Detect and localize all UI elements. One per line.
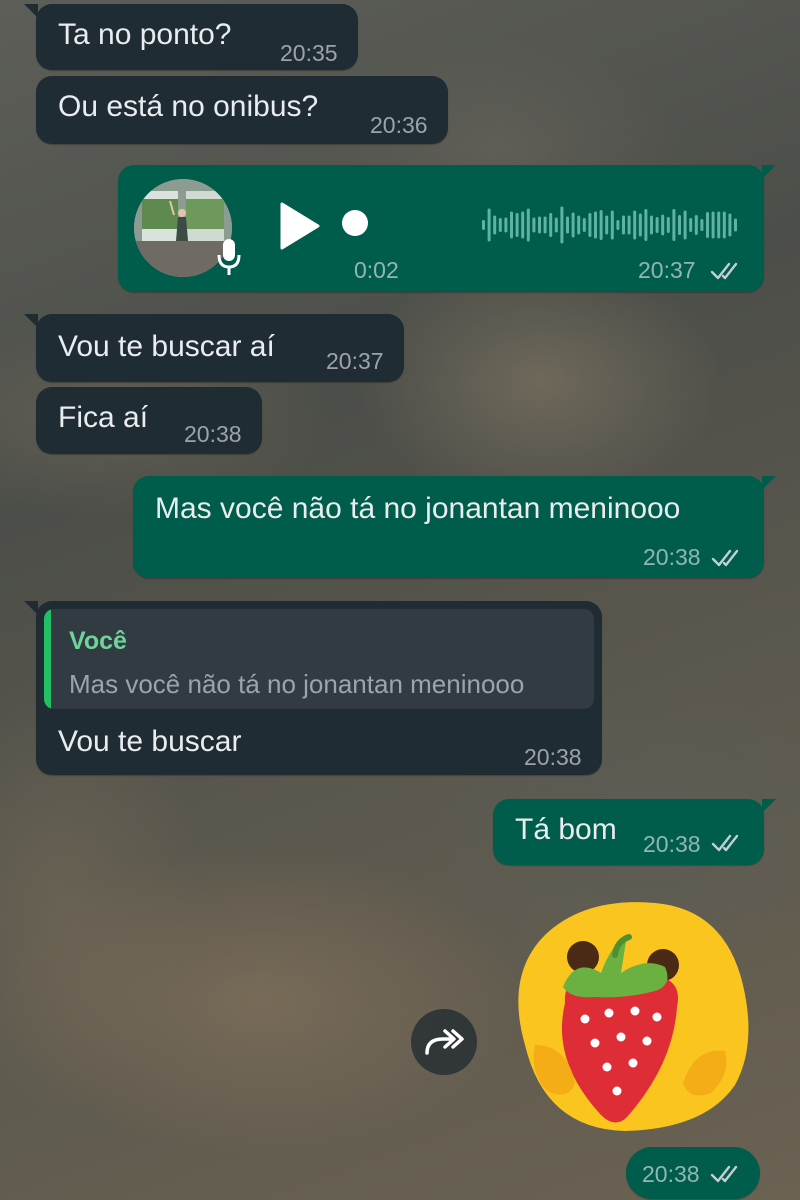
message-time: 20:38	[642, 1161, 700, 1187]
quote-accent-bar	[44, 609, 51, 709]
voice-progress-slider[interactable]	[342, 210, 368, 236]
waveform-bar	[689, 218, 693, 232]
message-bubble-outgoing[interactable]: Mas você não tá no jonantan meninooo 20:…	[133, 476, 776, 578]
message-time: 20:38	[643, 544, 701, 570]
waveform-bar	[678, 215, 681, 235]
quote-text: Mas você não tá no jonantan meninooo	[69, 669, 525, 699]
waveform-bar	[622, 215, 625, 235]
reply-message-bubble[interactable]: Você Mas você não tá no jonantan meninoo…	[24, 601, 602, 775]
waveform-bar	[728, 213, 732, 237]
strawberry-blob-sticker[interactable]	[505, 895, 755, 1135]
waveform-bar	[655, 217, 659, 233]
waveform-bar	[594, 211, 597, 239]
waveform-bar	[633, 210, 637, 240]
message-text: Vou te buscar	[58, 725, 242, 758]
waveform-bar	[560, 206, 564, 244]
waveform-bar	[700, 219, 704, 231]
waveform-bar	[666, 217, 670, 233]
waveform-bar	[706, 212, 709, 238]
message-time: 20:37	[638, 257, 696, 283]
sticker-time-pill: 20:38	[626, 1147, 760, 1199]
message-bubble-incoming[interactable]: Vou te buscar aí 20:37	[24, 314, 404, 382]
waveform-bar	[717, 211, 721, 239]
waveform-bar	[610, 210, 614, 240]
message-text: Ou está no onibus?	[58, 90, 319, 123]
waveform-bar	[493, 215, 497, 235]
message-text: Mas você não tá no jonantan meninooo	[155, 492, 681, 525]
message-time: 20:37	[326, 348, 384, 374]
voice-message-bubble[interactable]: 0:02 20:37	[118, 165, 776, 292]
message-time: 20:38	[184, 421, 242, 447]
waveform-bar	[532, 217, 536, 233]
quote-author: Você	[69, 627, 127, 655]
waveform-bar	[577, 215, 581, 235]
forward-button[interactable]	[411, 1009, 477, 1075]
message-text: Fica aí	[58, 401, 149, 434]
waveform-bar	[638, 213, 642, 237]
waveform-bar	[599, 210, 603, 240]
waveform-bar	[683, 210, 687, 240]
message-text: Ta no ponto?	[58, 18, 232, 51]
waveform-bar	[571, 212, 575, 238]
double-check-icon	[711, 548, 745, 568]
waveform-bar	[526, 208, 530, 242]
waveform-bar	[482, 220, 485, 230]
waveform-bar	[515, 213, 519, 237]
double-check-icon	[710, 1164, 744, 1184]
waveform-bar	[487, 208, 491, 242]
voice-duration: 0:02	[354, 257, 399, 283]
voice-waveform	[482, 206, 737, 244]
double-check-icon	[711, 833, 745, 853]
waveform-bar	[538, 216, 541, 234]
waveform-bar	[734, 218, 737, 232]
waveform-bar	[498, 218, 502, 232]
quoted-message[interactable]: Você Mas você não tá no jonantan meninoo…	[44, 609, 594, 709]
message-time: 20:36	[370, 112, 428, 138]
message-text: Tá bom	[515, 813, 617, 846]
waveform-bar	[521, 211, 525, 239]
waveform-bar	[650, 215, 653, 235]
waveform-bar	[711, 211, 715, 239]
waveform-bar	[661, 214, 665, 236]
message-time: 20:38	[524, 744, 582, 770]
message-time: 20:35	[280, 40, 338, 66]
message-time: 20:38	[643, 831, 701, 857]
waveform-bar	[616, 220, 620, 230]
message-bubble-incoming[interactable]: Ou está no onibus? 20:36	[36, 76, 448, 144]
waveform-bar	[672, 209, 676, 241]
forward-icon	[425, 1029, 464, 1055]
message-bubble-incoming[interactable]: Fica aí 20:38	[36, 387, 262, 454]
waveform-bar	[694, 215, 698, 235]
message-bubble-incoming[interactable]: Ta no ponto? 20:35	[24, 4, 358, 70]
double-check-icon	[710, 261, 744, 281]
waveform-bar	[644, 209, 648, 241]
waveform-bar	[605, 215, 609, 235]
message-text: Vou te buscar aí	[58, 330, 275, 363]
waveform-bar	[504, 217, 508, 233]
waveform-bar	[554, 217, 558, 233]
waveform-bar	[510, 211, 513, 239]
play-icon[interactable]	[278, 201, 322, 256]
waveform-bar	[722, 211, 726, 239]
waveform-bar	[543, 216, 547, 234]
waveform-bar	[582, 218, 586, 232]
waveform-bar	[566, 216, 569, 234]
waveform-bar	[549, 213, 553, 237]
message-bubble-outgoing[interactable]: Tá bom 20:38	[493, 799, 776, 865]
mic-icon	[216, 237, 242, 282]
waveform-bar	[627, 215, 631, 235]
waveform-bar	[588, 213, 592, 237]
